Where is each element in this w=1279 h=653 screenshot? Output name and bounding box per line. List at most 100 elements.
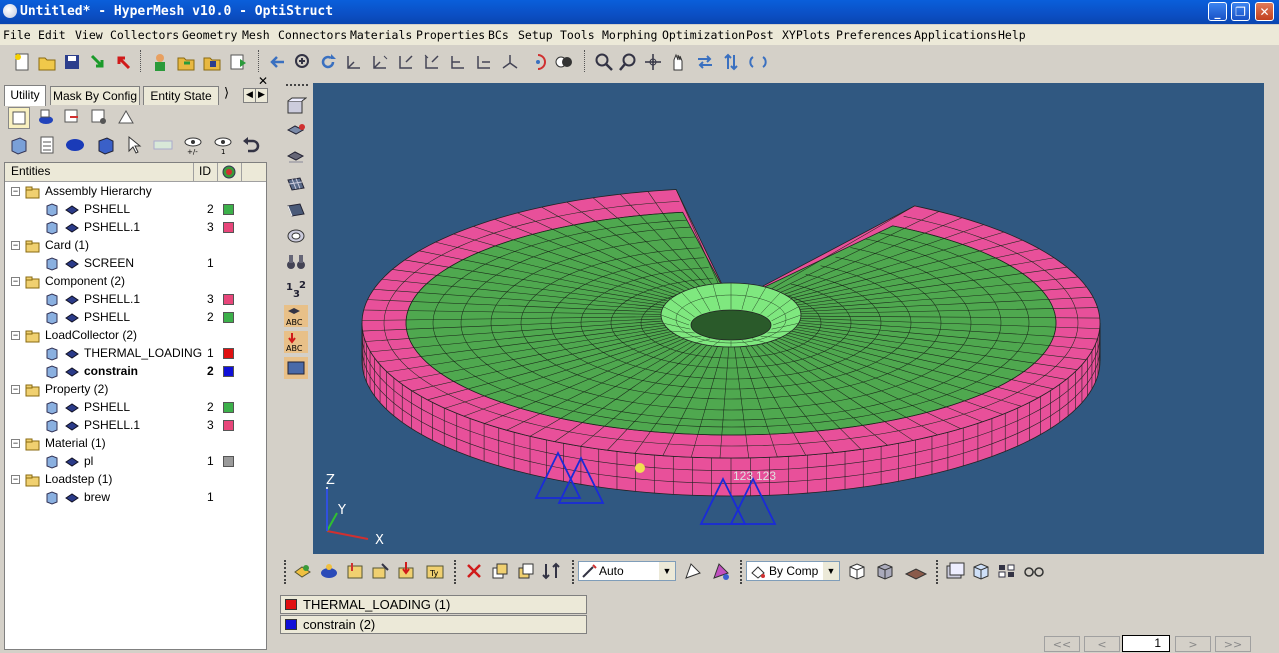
background-color-icon[interactable] xyxy=(284,357,308,379)
open-session-icon[interactable] xyxy=(176,52,196,72)
load-list-item[interactable]: constrain (2) xyxy=(280,615,587,634)
refresh-view-icon[interactable] xyxy=(318,52,338,72)
menu-post[interactable]: Post xyxy=(746,28,774,42)
tree-item-row[interactable]: THERMAL_LOADING 1 xyxy=(5,345,266,363)
show-mesh-icon[interactable] xyxy=(95,135,117,155)
window-view-icon[interactable] xyxy=(944,560,966,582)
menu-optimization[interactable]: Optimization xyxy=(662,28,745,42)
show-properties-icon[interactable] xyxy=(370,560,392,582)
close-panel-icon[interactable]: ✕ xyxy=(258,74,268,88)
color-swatch[interactable] xyxy=(223,366,234,377)
tab-utility[interactable]: Utility xyxy=(4,85,46,106)
element-edges-icon[interactable] xyxy=(904,560,928,582)
entities-column-header[interactable]: Entities xyxy=(11,164,50,178)
color-swatch[interactable] xyxy=(223,222,234,233)
show-loads-icon[interactable] xyxy=(396,560,418,582)
3d-box-icon[interactable] xyxy=(970,560,992,582)
view-xy-bottom-icon[interactable] xyxy=(370,52,390,72)
pan-hand-icon[interactable] xyxy=(668,52,688,72)
save-icon[interactable] xyxy=(62,52,82,72)
model-graphics[interactable]: 123 123 Z Y X xyxy=(313,83,1264,554)
menu-materials[interactable]: Materials xyxy=(350,28,412,42)
last-page-button[interactable]: >> xyxy=(1215,636,1251,652)
color-swatch[interactable] xyxy=(223,402,234,413)
collapse-icon[interactable]: − xyxy=(11,187,20,196)
color-swatch[interactable] xyxy=(223,456,234,467)
menu-view[interactable]: View xyxy=(75,28,103,42)
tree-item-row[interactable]: PSHELL.1 3 xyxy=(5,417,266,435)
tree-group-row[interactable]: − Assembly Hierarchy xyxy=(5,183,266,201)
zoom-window-icon[interactable] xyxy=(594,52,614,72)
export-icon[interactable] xyxy=(113,52,133,72)
elements-grid-icon[interactable] xyxy=(285,174,307,194)
checklist-icon[interactable] xyxy=(38,135,56,155)
pan-center-icon[interactable] xyxy=(643,52,663,72)
menu-geometry[interactable]: Geometry xyxy=(182,28,237,42)
color-swatch[interactable] xyxy=(223,204,234,215)
view-xz-back-icon[interactable] xyxy=(474,52,494,72)
close-button[interactable]: ✕ xyxy=(1255,2,1274,21)
tree-group-row[interactable]: − Card (1) xyxy=(5,237,266,255)
tree-group-row[interactable]: − LoadCollector (2) xyxy=(5,327,266,345)
menu-help[interactable]: Help xyxy=(998,28,1026,42)
open-file-icon[interactable] xyxy=(37,52,57,72)
show-loadcols-icon[interactable] xyxy=(344,560,366,582)
tree-item-row[interactable]: PSHELL 2 xyxy=(5,201,266,219)
eye-isolate-icon[interactable]: 1 xyxy=(212,135,234,155)
eye-toggle-icon[interactable]: +/- xyxy=(182,135,204,155)
visual-options-icon[interactable] xyxy=(682,560,704,582)
model-view-icon[interactable] xyxy=(8,107,30,129)
menu-collectors[interactable]: Collectors xyxy=(110,28,179,42)
show-components-icon[interactable] xyxy=(292,560,314,582)
minimize-button[interactable]: _ xyxy=(1208,2,1227,21)
view-xy-top-icon[interactable] xyxy=(344,52,364,72)
first-page-button[interactable]: << xyxy=(1044,636,1080,652)
rotate-views-icon[interactable] xyxy=(748,52,768,72)
tree-item-row[interactable]: PSHELL 2 xyxy=(5,309,266,327)
id-column-header[interactable]: ID xyxy=(199,164,211,178)
menu-applications[interactable]: Applications xyxy=(914,28,997,42)
hide-icon[interactable] xyxy=(464,561,484,581)
multi-view-icon[interactable] xyxy=(996,560,1018,582)
display-mode-select[interactable]: Auto ▼ xyxy=(578,561,676,581)
tab-entity-state[interactable]: Entity State xyxy=(143,86,219,105)
collapse-icon[interactable]: − xyxy=(11,475,20,484)
swap-vertical-icon[interactable] xyxy=(721,52,741,72)
wireframe-icon[interactable] xyxy=(846,560,868,582)
tree-group-row[interactable]: − Property (2) xyxy=(5,381,266,399)
unmask-icon[interactable] xyxy=(515,560,537,582)
component-view-icon[interactable] xyxy=(36,107,56,127)
view-yz-right-icon[interactable] xyxy=(422,52,442,72)
glasses-icon[interactable] xyxy=(1022,560,1046,582)
mesh-edit-icon[interactable] xyxy=(285,122,307,142)
chevron-down-icon[interactable]: ▼ xyxy=(659,562,675,580)
mask-icon[interactable] xyxy=(489,560,511,582)
visualization-icon[interactable] xyxy=(285,96,307,116)
menu-morphing[interactable]: Morphing xyxy=(602,28,657,42)
zoom-in-icon[interactable] xyxy=(618,52,638,72)
prev-page-button[interactable]: < xyxy=(1084,636,1120,652)
view-iso-icon[interactable] xyxy=(500,52,520,72)
expand-all-icon[interactable] xyxy=(8,135,30,155)
user-icon[interactable] xyxy=(150,52,170,72)
shaded-mesh-icon[interactable] xyxy=(874,560,896,582)
color-options-icon[interactable] xyxy=(710,560,732,582)
tree-item-row[interactable]: constrain 2 xyxy=(5,363,266,381)
view-yz-left-icon[interactable] xyxy=(396,52,416,72)
menu-edit[interactable]: Edit xyxy=(38,28,66,42)
undo-icon[interactable] xyxy=(241,135,261,155)
pointer-icon[interactable] xyxy=(126,135,142,155)
tree-item-row[interactable]: PSHELL.1 3 xyxy=(5,291,266,309)
find-binoculars-icon[interactable] xyxy=(285,252,307,272)
load-list-item[interactable]: THERMAL_LOADING (1) xyxy=(280,595,587,614)
mask-view-icon[interactable] xyxy=(116,107,136,127)
new-file-icon[interactable] xyxy=(12,52,32,72)
tree-item-row[interactable]: brew 1 xyxy=(5,489,266,507)
menu-properties[interactable]: Properties xyxy=(416,28,485,42)
zoom-fit-icon[interactable] xyxy=(293,52,313,72)
page-number-input[interactable]: 1 xyxy=(1122,635,1170,652)
numbering-icon[interactable]: 132 xyxy=(285,278,307,300)
import-icon[interactable] xyxy=(88,52,108,72)
tree-group-row[interactable]: − Component (2) xyxy=(5,273,266,291)
tree-group-row[interactable]: − Material (1) xyxy=(5,435,266,453)
